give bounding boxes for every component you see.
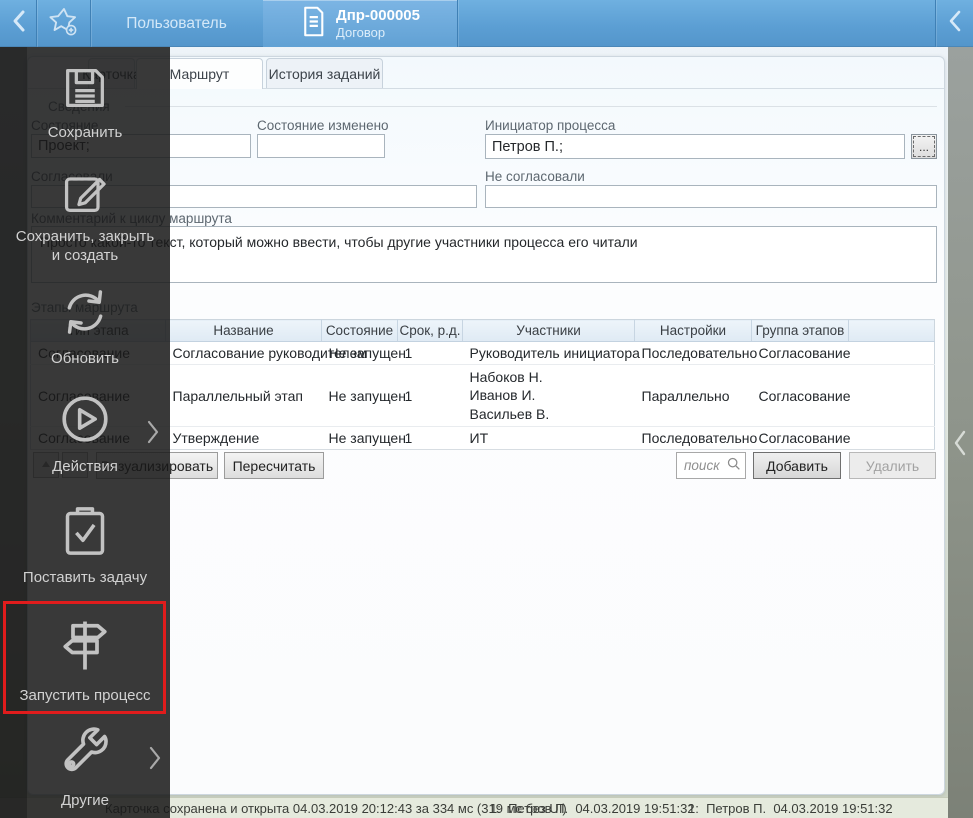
sidebar-item-save-close-create[interactable]: Сохранить, закрыть и создать [0,166,170,266]
sidebar-item-save[interactable]: Сохранить [0,62,170,143]
tab-user[interactable]: Пользователь [90,0,263,47]
state-changed-label: Состояние изменено [257,118,389,133]
sidebar-item-label: Обновить [51,350,119,367]
initiator-label: Инициатор процесса [485,118,616,133]
refresh-icon [57,290,113,344]
signpost-icon [53,621,117,681]
document-number: Дпр-000005 [336,6,420,24]
application-window: Пользователь Дпр-000005 Договор Маршрут … [0,0,973,818]
initiator-input[interactable] [485,134,905,159]
state-changed-input[interactable] [257,134,385,158]
col-participants[interactable]: Участники [462,319,635,342]
tab-user-label: Пользователь [126,14,227,32]
sidebar-item-label: Поставить задачу [22,569,148,586]
status-entry: 1: Петров П. 04.03.2019 19:51:32 [490,801,695,816]
sidebar-item-label: Другие [60,792,110,809]
collapse-right-button[interactable] [936,0,973,47]
right-panel-strip[interactable] [948,47,973,818]
sidebar-item-assign-task[interactable]: Поставить задачу [0,503,170,588]
search-input[interactable] [684,458,726,473]
play-icon [56,396,114,452]
info-group-line [125,106,937,107]
tab-task-history-label: История заданий [268,65,381,82]
save-icon [59,69,111,118]
table-search[interactable] [676,452,746,479]
col-extra [848,319,935,342]
star-add-icon [48,5,80,42]
document-type: Договор [336,24,386,40]
document-icon [300,5,327,43]
not-approved-label: Не согласовали [485,169,585,184]
back-button[interactable] [2,0,35,47]
submenu-chevron-icon [144,418,162,451]
col-deadline[interactable]: Срок, р.д. [397,319,463,342]
initiator-picker-button[interactable]: ... [911,134,937,159]
top-bar: Пользователь Дпр-000005 Договор [0,0,973,47]
task-clipboard-icon [57,507,113,563]
not-approved-input[interactable] [485,185,937,208]
collapse-chevron-icon [946,9,964,38]
sidebar-item-label: Действия [52,458,118,475]
col-settings[interactable]: Настройки [634,319,752,342]
wrench-icon [56,727,114,786]
tab-task-history[interactable]: История заданий [266,58,383,88]
tab-route-label: Маршрут [169,66,230,82]
sidebar-item-label: Сохранить [47,124,123,141]
col-name[interactable]: Название [165,319,322,342]
sidebar-item-start-process[interactable]: Запустить процесс [0,613,170,706]
col-stage-group[interactable]: Группа этапов [751,319,849,342]
tab-document[interactable]: Дпр-000005 Договор [263,0,457,47]
favorites-button[interactable] [37,0,90,47]
delete-button[interactable]: Удалить [849,452,936,479]
sidebar-item-others[interactable]: Другие [0,724,170,811]
back-chevron-icon [8,8,30,39]
add-button[interactable]: Добавить [753,452,841,479]
sidebar-item-refresh[interactable]: Обновить [0,284,170,369]
recalculate-button[interactable]: Пересчитать [224,452,324,479]
submenu-chevron-icon [146,744,164,777]
edit-icon [59,177,111,222]
expand-panel-chevron-icon [951,428,969,463]
col-state[interactable]: Состояние [321,319,398,342]
search-icon [726,456,741,476]
sidebar-item-label: Запустить процесс [19,687,151,704]
sidebar-item-label: Сохранить, закрыть и создать [15,228,155,264]
status-entry: 1: Петров П. 04.03.2019 19:51:32 [688,801,893,816]
